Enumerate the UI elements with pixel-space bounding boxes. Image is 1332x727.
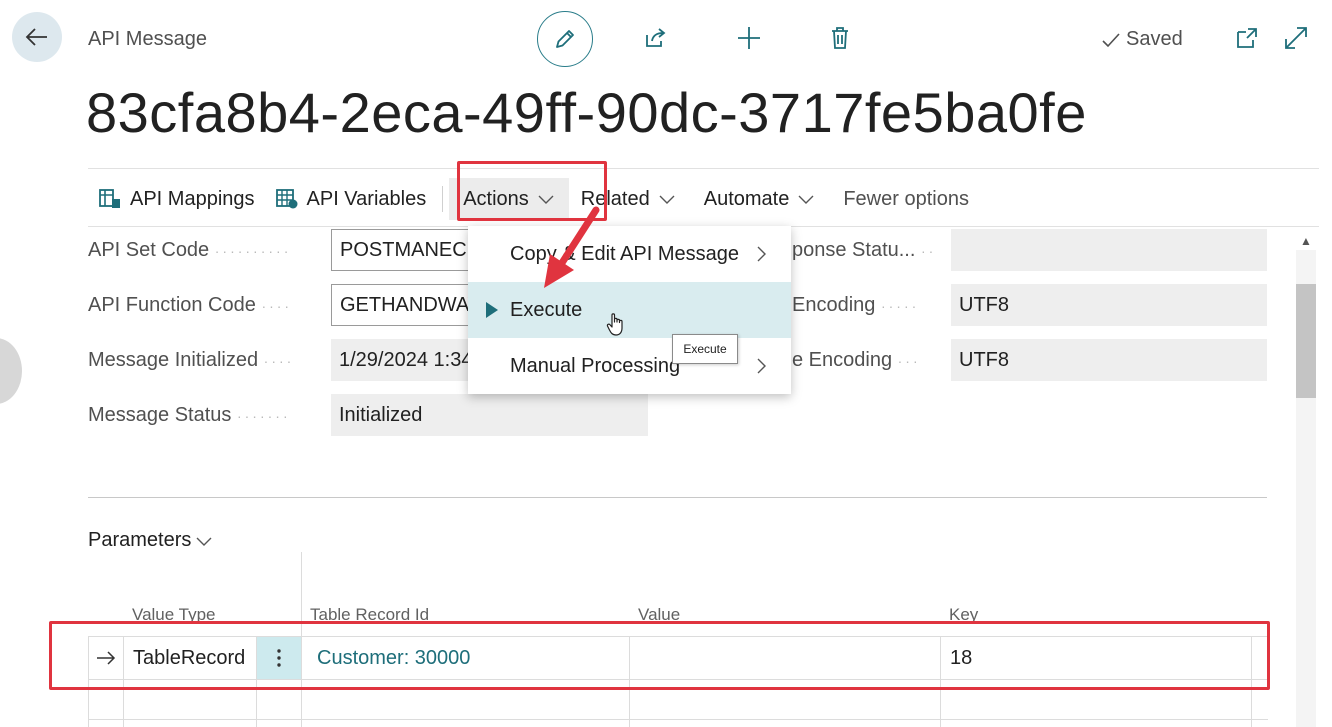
field-label-api-function-code: API Function Code ···· (88, 294, 293, 316)
arrow-left-icon (25, 28, 47, 46)
action-bar-separator (442, 186, 444, 212)
message-initialized-value: 1/29/2024 1:34 (331, 339, 481, 381)
menu-item-label: Manual Processing (510, 354, 681, 377)
red-pointer-arrow-icon (544, 206, 600, 288)
play-icon (486, 302, 498, 318)
share-button[interactable] (640, 22, 672, 54)
menu-item-copy-edit-api-message[interactable]: Copy & Edit API Message (468, 226, 791, 282)
chevron-down-icon (798, 195, 814, 204)
variables-grid-icon (275, 189, 298, 209)
open-new-window-button[interactable] (1231, 22, 1263, 54)
row-highlight-box (49, 621, 1270, 690)
api-variables-label: API Variables (306, 187, 427, 210)
edit-button[interactable] (537, 11, 593, 67)
open-in-new-window-icon (1237, 28, 1257, 48)
hand-pointer-cursor-icon (606, 313, 623, 336)
api-mappings-action[interactable]: API Mappings (88, 178, 265, 220)
trash-icon (832, 27, 848, 49)
new-button[interactable] (733, 22, 765, 54)
checkmark-icon (1102, 32, 1120, 47)
menu-item-manual-processing[interactable]: Manual Processing (468, 338, 791, 394)
response-status-value (951, 229, 1267, 271)
execute-tooltip: Execute (672, 334, 738, 364)
response-encoding-value: UTF8 (951, 339, 1267, 381)
chevron-down-icon (659, 195, 675, 204)
section-divider (88, 497, 1267, 498)
message-status-value: Initialized (331, 394, 648, 436)
delete-button[interactable] (824, 22, 856, 54)
fewer-options-button[interactable]: Fewer options (825, 178, 979, 220)
request-encoding-value: UTF8 (951, 284, 1267, 326)
expand-icon (1285, 27, 1307, 49)
api-function-code-input[interactable]: GETHANDWAV (331, 284, 481, 326)
scroll-up-button[interactable]: ▲ (1300, 234, 1312, 248)
field-label-response-status: ponse Statu... ·· (792, 239, 937, 261)
field-label-message-status: Message Status ······· (88, 404, 291, 426)
share-icon (646, 28, 666, 47)
menu-item-execute[interactable]: Execute (468, 282, 791, 338)
grid-row-border (88, 719, 1268, 720)
field-label-response-encoding: e Encoding ··· (792, 349, 921, 371)
automate-menu-button[interactable]: Automate (686, 178, 826, 220)
mapping-table-icon (99, 189, 120, 208)
actions-dropdown-menu: Copy & Edit API Message Execute Manual P… (468, 226, 791, 394)
side-pane-toggle[interactable] (0, 338, 22, 404)
field-label-api-set-code: API Set Code ·········· (88, 239, 292, 261)
scrollbar-thumb[interactable] (1296, 284, 1316, 398)
parameters-heading-label: Parameters (88, 529, 192, 551)
menu-item-label: Execute (510, 298, 583, 321)
parameters-heading[interactable]: Parameters (88, 529, 213, 552)
save-status: Saved (1100, 28, 1183, 51)
chevron-down-icon (196, 537, 212, 546)
page-caption: API Message (88, 28, 207, 50)
fewer-options-label: Fewer options (843, 187, 969, 210)
plus-icon (738, 27, 760, 49)
save-status-label: Saved (1126, 28, 1183, 50)
field-label-message-initialized: Message Initialized ···· (88, 349, 295, 371)
api-variables-action[interactable]: API Variables (265, 178, 437, 220)
api-set-code-input[interactable]: POSTMANECH (331, 229, 481, 271)
chevron-right-icon (757, 358, 766, 374)
back-button[interactable] (12, 12, 62, 62)
field-label-request-encoding: Encoding ····· (792, 294, 920, 316)
record-title: 83cfa8b4-2eca-49ff-90dc-3717fe5ba0fe (86, 81, 1087, 144)
expand-button[interactable] (1280, 22, 1312, 54)
api-mappings-label: API Mappings (130, 187, 255, 210)
chevron-right-icon (757, 246, 766, 262)
pencil-icon (556, 30, 574, 48)
header-divider (88, 168, 1319, 169)
automate-label: Automate (703, 187, 790, 210)
